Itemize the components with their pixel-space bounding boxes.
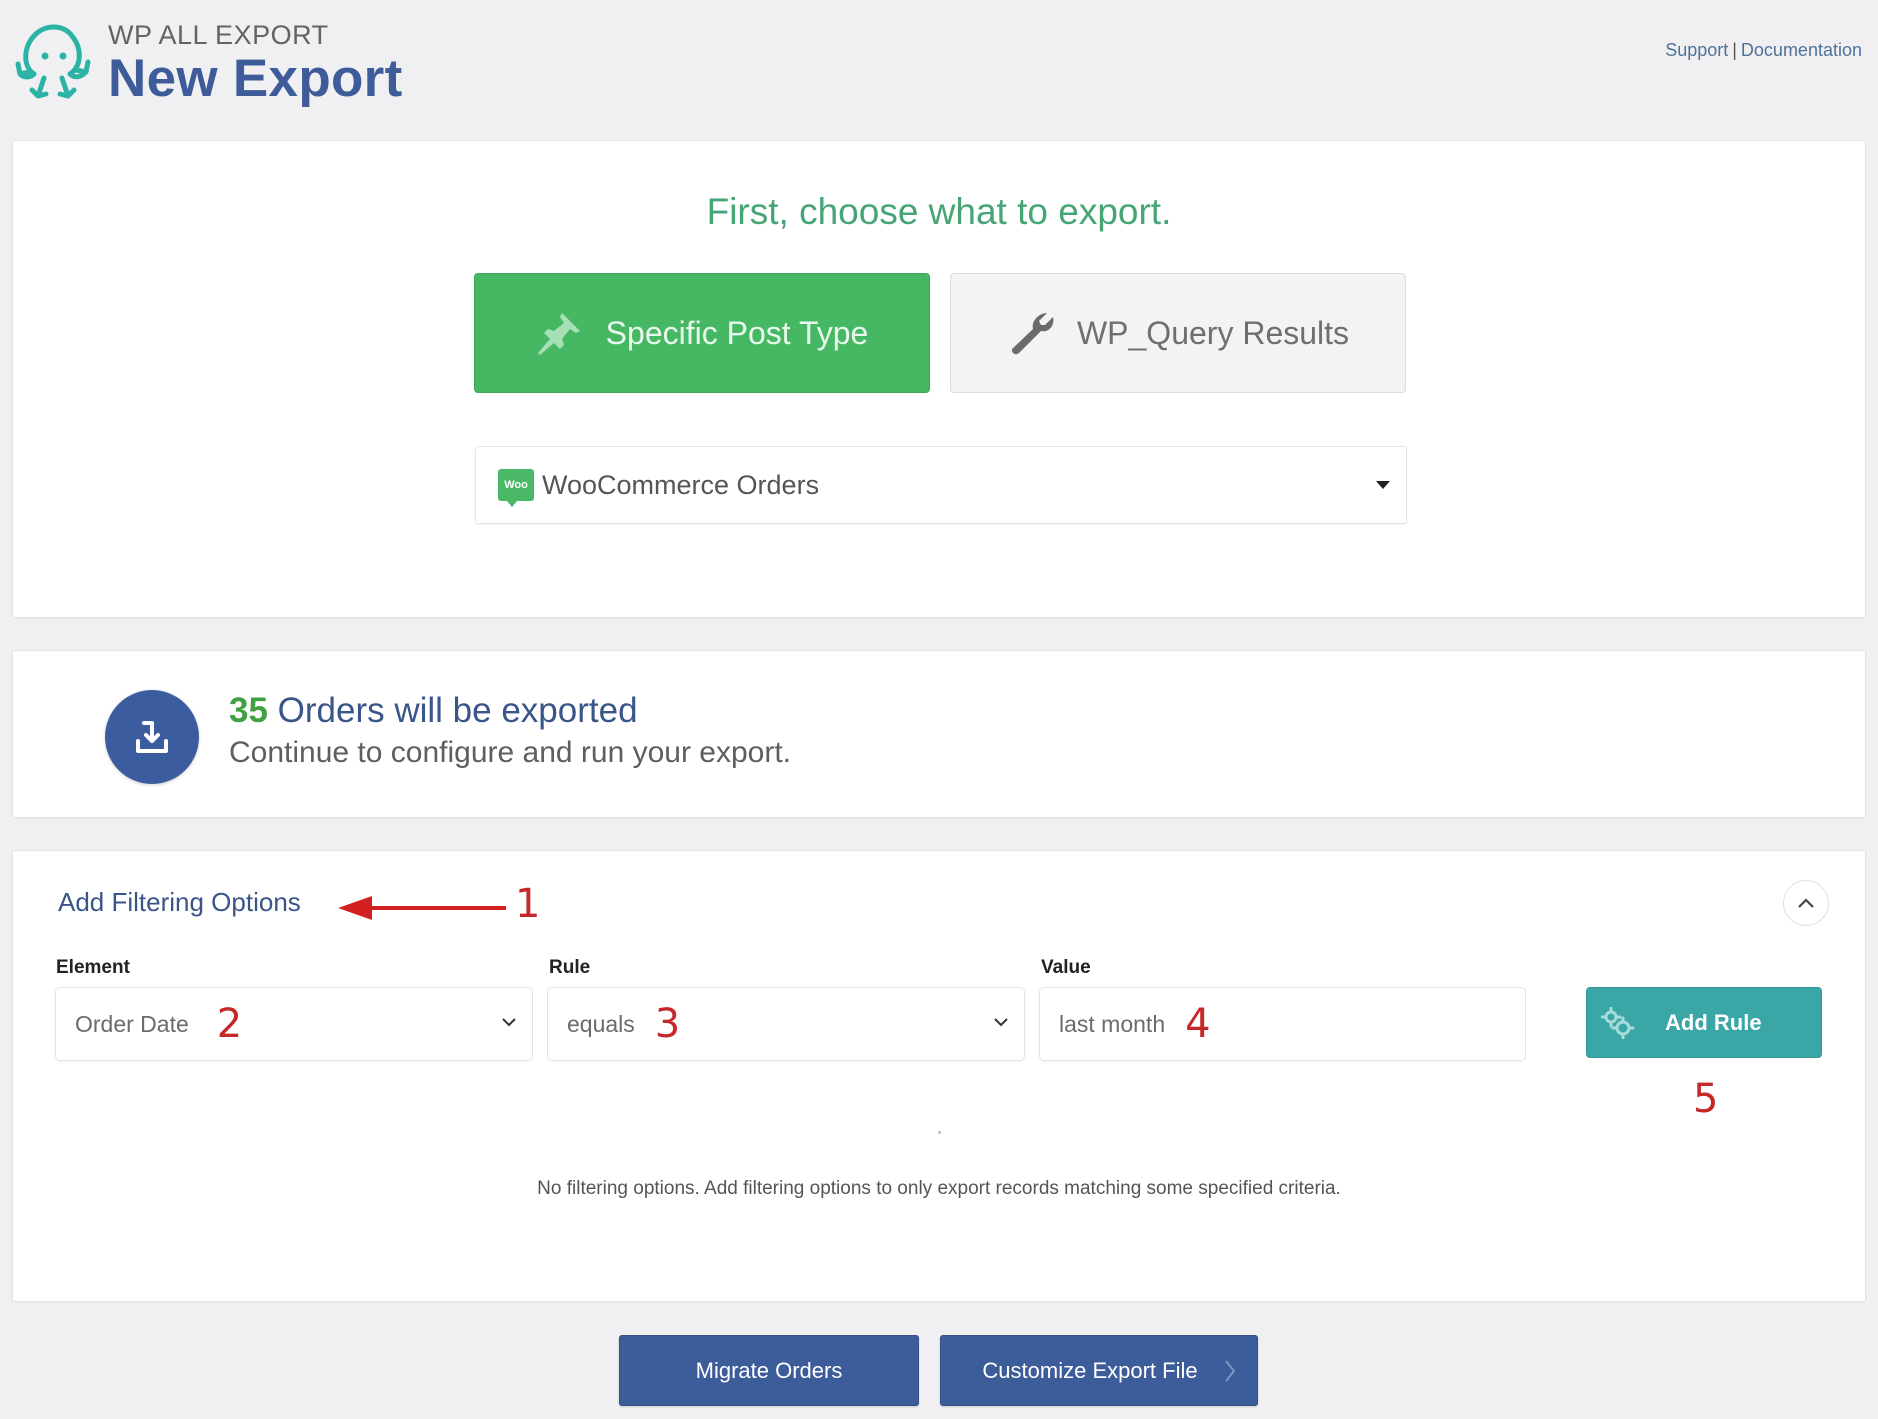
post-type-select[interactable]: Woo WooCommerce Orders [475,446,1407,524]
wp-query-results-label: WP_Query Results [1076,314,1350,351]
add-filtering-options-toggle[interactable]: Add Filtering Options [58,887,301,918]
export-subtitle: Continue to configure and run your expor… [229,736,792,769]
choose-export-panel: First, choose what to export. Specific P… [12,140,1866,618]
download-icon [105,690,199,784]
documentation-link[interactable]: Documentation [1741,40,1862,60]
collapse-button[interactable] [1783,880,1829,926]
annotation-3: 3 [654,1001,681,1047]
add-rule-label: Add Rule [1665,1009,1762,1035]
post-type-select-value: WooCommerce Orders [542,469,820,500]
wp-query-results-button[interactable]: WP_Query Results [950,273,1406,393]
rule-label: Rule [549,957,591,978]
loading-dot [938,1131,941,1134]
export-count-number: 35 [229,691,268,730]
export-count-text: Orders will be exported [267,691,638,730]
export-count: 35 Orders will be exported [229,691,638,731]
annotation-5: 5 [1693,1076,1719,1122]
chevron-down-icon [994,1018,1008,1027]
filtering-panel: Add Filtering Options 1 Element Rule Val… [12,850,1866,1302]
gears-icon [1601,1006,1635,1039]
migrate-orders-button[interactable]: Migrate Orders [619,1335,919,1406]
annotation-arrow-icon [338,896,506,920]
wp-all-export-logo-icon [15,24,91,99]
woocommerce-icon: Woo [498,469,534,507]
chevron-down-icon [502,1018,516,1027]
customize-export-file-button[interactable]: Customize Export File [940,1335,1258,1406]
value-input-text: last month [1059,1010,1166,1037]
specific-post-type-button[interactable]: Specific Post Type [474,273,930,393]
wrench-icon [1011,313,1054,355]
value-input[interactable]: last month 4 [1039,987,1526,1061]
element-select[interactable]: Order Date 2 [55,987,533,1061]
migrate-orders-label: Migrate Orders [695,1357,843,1383]
chevron-up-icon [1798,898,1814,908]
annotation-2: 2 [216,1001,243,1047]
rule-select-value: equals [567,1010,635,1037]
pin-icon [537,313,580,355]
export-summary-panel: 35 Orders will be exported Continue to c… [12,650,1866,818]
page-title: New Export [108,49,403,108]
rule-select[interactable]: equals 3 [547,987,1025,1061]
support-link[interactable]: Support [1665,40,1728,60]
specific-post-type-label: Specific Post Type [605,314,869,351]
caret-down-icon [1376,481,1390,489]
choose-title: First, choose what to export. [706,191,1172,232]
annotation-1: 1 [515,881,541,927]
brand-name: WP ALL EXPORT [108,20,329,50]
top-links: Support | Documentation [1665,40,1862,61]
add-rule-button[interactable]: Add Rule [1586,987,1822,1058]
annotation-4: 4 [1185,1001,1211,1047]
value-label: Value [1041,957,1091,978]
link-separator: | [1732,40,1737,60]
customize-export-file-label: Customize Export File [982,1357,1198,1383]
element-label: Element [56,957,130,978]
chevron-right-icon [1225,1360,1236,1382]
no-filters-message: No filtering options. Add filtering opti… [537,1178,1341,1199]
element-select-value: Order Date [75,1010,189,1037]
